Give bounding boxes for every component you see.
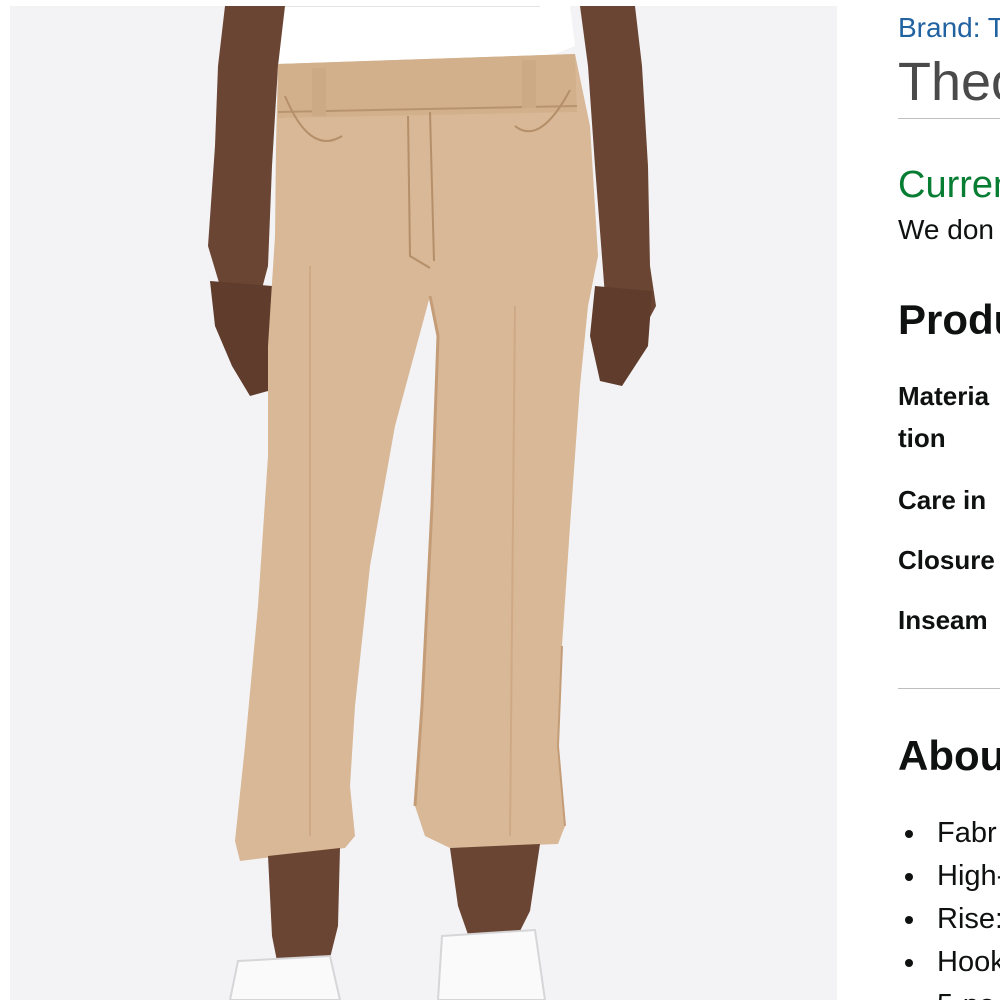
about-bullet-item: Rise: [898,898,1000,941]
bullet-dot-icon [905,873,913,881]
about-bullet-item: High- [898,855,1000,898]
availability-status: Curren [898,164,1000,206]
detail-label-material: Materia tion [898,381,990,453]
detail-label-closure: Closure [898,545,995,575]
about-bullet-list: Fabr High- Rise: Hook 5-po [898,812,1000,1000]
product-page: Brand: T Theo Curren We don Produ Materi… [0,0,1000,1000]
product-info-column: Brand: T Theo Curren We don Produ Materi… [898,0,1000,1000]
detail-label-inseam: Inseam [898,605,988,635]
bullet-dot-icon [905,959,913,967]
availability-note: We don [898,214,994,245]
product-title: Theo [898,52,1000,112]
detail-label-care: Care in [898,485,987,515]
bullet-dot-icon [905,916,913,924]
brand-link[interactable]: Brand: T [898,12,1000,44]
product-photo [10,6,837,1000]
about-heading: Abou [898,732,1000,779]
about-bullet-item: Hook [898,941,1000,984]
about-bullet-item: Fabr [898,812,1000,855]
about-bullet-item: 5-po [898,984,1000,1000]
bullet-dot-icon [905,830,913,838]
product-image[interactable] [10,6,837,1000]
divider [898,118,1000,119]
product-details-heading: Produ [898,296,1000,343]
left-shoe [228,954,342,1000]
divider [898,688,1000,689]
right-shoe [436,928,547,1000]
